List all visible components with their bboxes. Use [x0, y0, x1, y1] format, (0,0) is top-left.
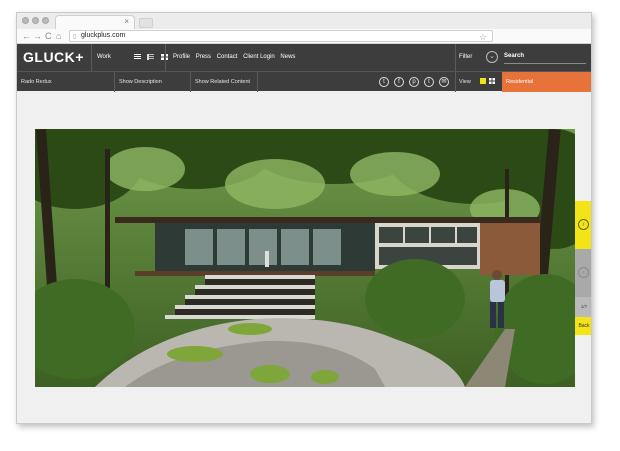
- nav-press[interactable]: Press: [196, 54, 211, 60]
- browser-tab[interactable]: ×: [55, 15, 135, 29]
- category-tab-residential[interactable]: Residential: [502, 72, 591, 92]
- chevron-right-icon: ›: [578, 219, 589, 230]
- view-label: View: [459, 79, 471, 85]
- window-zoom-dot[interactable]: [42, 17, 49, 24]
- browser-tab-bar: ×: [17, 13, 591, 29]
- nav-contact[interactable]: Contact: [217, 54, 238, 60]
- show-description-button[interactable]: Show Description: [119, 79, 162, 85]
- forward-arrow-icon[interactable]: →: [33, 30, 42, 42]
- detail-view-icon[interactable]: [147, 54, 155, 60]
- previous-image-button[interactable]: ‹: [575, 249, 591, 297]
- subbar-divider: [257, 72, 258, 92]
- nav-profile[interactable]: Profile: [173, 54, 190, 60]
- subbar-divider: [114, 72, 115, 92]
- project-bar: Rado Redux Show Description Show Related…: [17, 71, 591, 92]
- window-close-dot[interactable]: [22, 17, 29, 24]
- page-icon: ▯: [73, 34, 77, 40]
- url-text: gluckplus.com: [81, 32, 126, 39]
- header-divider: [91, 44, 92, 71]
- list-view-icon[interactable]: [134, 54, 141, 60]
- main-nav: Profile Press Contact Client Login News: [173, 54, 299, 60]
- nav-news[interactable]: News: [280, 54, 295, 60]
- header-divider: [455, 44, 456, 71]
- nav-client-login[interactable]: Client Login: [243, 54, 275, 60]
- tab-close-icon[interactable]: ×: [124, 17, 129, 26]
- filter-label[interactable]: Filter: [459, 54, 472, 60]
- project-name: Rado Redux: [21, 79, 52, 85]
- new-tab-button[interactable]: [139, 18, 153, 28]
- browser-toolbar: ← → C ⌂ ▯ gluckplus.com ☆: [17, 29, 591, 44]
- home-icon[interactable]: ⌂: [56, 30, 61, 42]
- browser-window: × ← → C ⌂ ▯ gluckplus.com ☆ GLUCK+ Work …: [16, 12, 592, 424]
- reload-icon[interactable]: C: [45, 30, 52, 42]
- subbar-divider: [455, 72, 456, 92]
- twitter-icon[interactable]: t: [379, 77, 389, 87]
- search-input[interactable]: Search: [504, 53, 586, 64]
- house-in-forest-image: [35, 129, 575, 387]
- work-link[interactable]: Work: [97, 54, 111, 60]
- single-view-icon[interactable]: [480, 78, 486, 84]
- next-image-button[interactable]: ›: [575, 201, 591, 249]
- facebook-icon[interactable]: f: [394, 77, 404, 87]
- chevron-left-icon: ‹: [578, 267, 589, 278]
- show-related-content-button[interactable]: Show Related Content: [195, 79, 250, 85]
- header-divider: [165, 44, 166, 71]
- filter-chevron-down-icon[interactable]: ⌄: [486, 51, 498, 63]
- back-arrow-icon[interactable]: ←: [22, 30, 31, 42]
- window-minimize-dot[interactable]: [32, 17, 39, 24]
- site-header: GLUCK+ Work Profile Press Contact Client…: [17, 44, 591, 71]
- thumbnail-view-icon[interactable]: [489, 78, 495, 84]
- site-logo[interactable]: GLUCK+: [23, 49, 84, 65]
- back-button[interactable]: Back: [575, 317, 591, 335]
- tumblr-icon[interactable]: t: [424, 77, 434, 87]
- pinterest-icon[interactable]: p: [409, 77, 419, 87]
- bookmark-star-icon[interactable]: ☆: [479, 31, 487, 43]
- project-photo: [35, 129, 575, 387]
- image-counter: 1/7: [575, 297, 591, 317]
- email-icon[interactable]: ✉: [439, 77, 449, 87]
- subbar-divider: [190, 72, 191, 92]
- address-bar[interactable]: ▯ gluckplus.com ☆: [69, 30, 493, 42]
